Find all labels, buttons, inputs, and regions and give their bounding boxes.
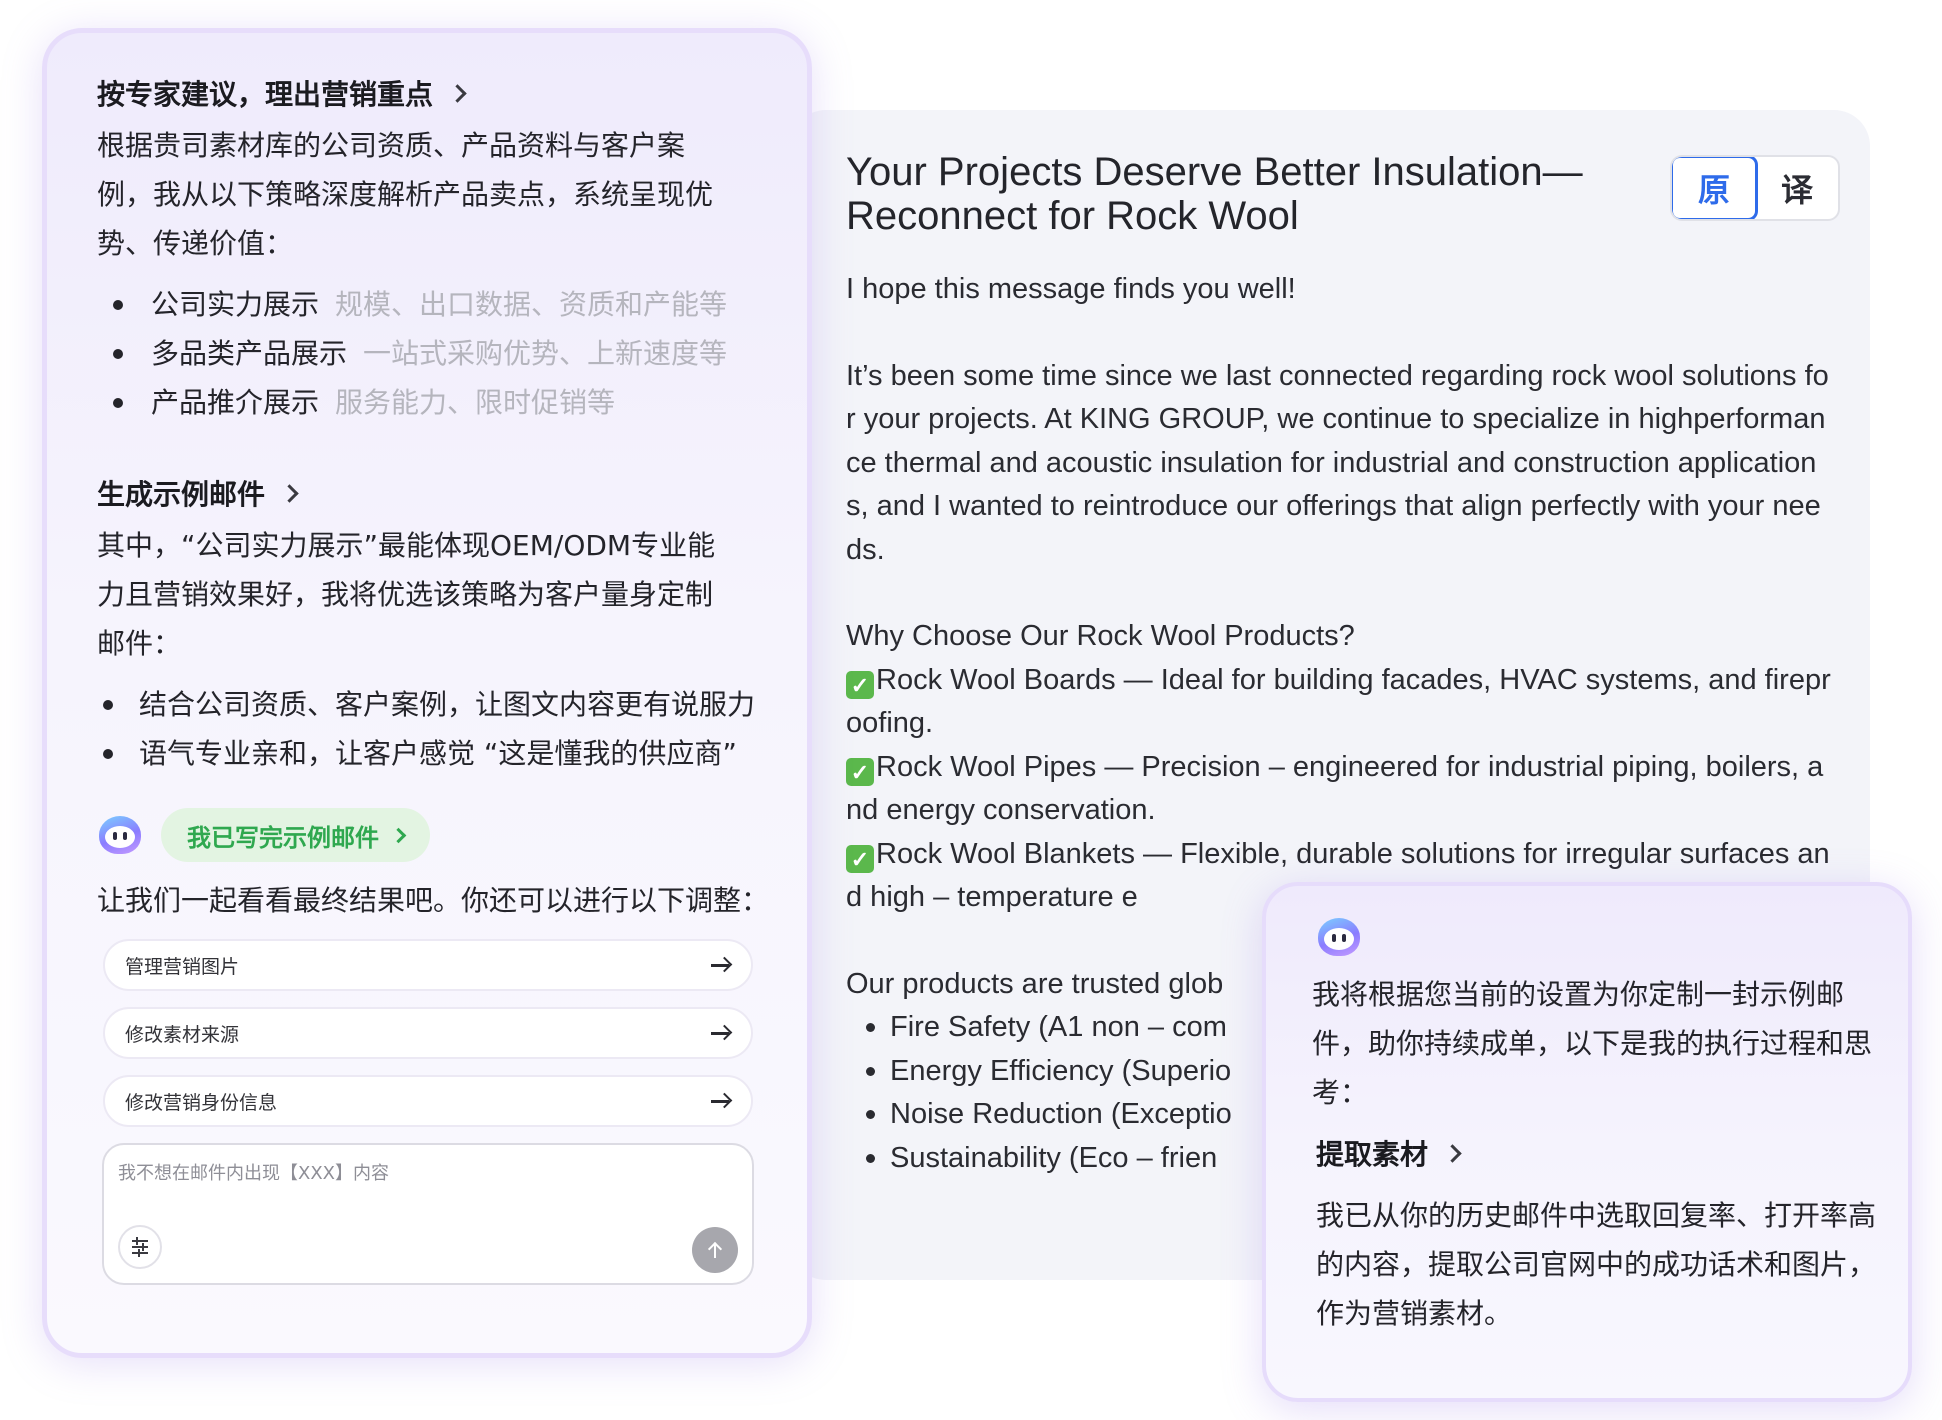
chevron-right-icon <box>280 483 299 503</box>
adjust-text: 让我们一起看看最终结果吧。你还可以进行以下调整： <box>97 884 770 917</box>
list-item: 语气专业亲和，让客户感觉 “这是懂我的供应商” <box>97 729 765 778</box>
chevron-right-icon <box>1443 1143 1462 1163</box>
email-greeting: I hope this message finds you well! <box>846 273 1296 305</box>
email-feature: ✓ Rock Wool Pipes — Precision – engineere… <box>846 750 1824 826</box>
arrow-right-icon <box>711 1025 731 1041</box>
send-button[interactable] <box>692 1227 738 1273</box>
check-icon: ✓ <box>846 845 874 874</box>
email-done-pill[interactable]: 我已写完示例邮件 <box>161 808 430 862</box>
list-item: 产品推介展示 服务能力、限时促销等 <box>97 378 765 427</box>
language-toggle[interactable]: 原 译 <box>1670 155 1840 221</box>
original-language-button[interactable]: 原 <box>1672 157 1758 219</box>
assistant-avatar-icon <box>97 812 143 858</box>
assistant-avatar-icon <box>1316 914 1362 960</box>
list-item: 结合公司资质、客户案例，让图文内容更有说服力 <box>97 680 765 729</box>
list-item: 公司实力展示 规模、出口数据、资质和产能等 <box>97 280 765 329</box>
list-item: 多品类产品展示 一站式采购优势、上新速度等 <box>97 329 765 378</box>
extract-material-body: 我已从你的历史邮件中选取回复率、打开率高的内容，提取公司官网中的成功话术和图片，… <box>1316 1199 1877 1330</box>
settings-sliders-icon[interactable] <box>118 1225 162 1269</box>
assistant-process-card: 我将根据您当前的设置为你定制一封示例邮件，助你持续成单，以下是我的执行过程和思考… <box>1262 882 1912 1402</box>
strategy-intro: 根据贵司素材库的公司资质、产品资料与客户案例，我从以下策略深度解析产品卖点，系统… <box>97 129 714 260</box>
manage-images-button[interactable]: 管理营销图片 <box>103 939 753 991</box>
chevron-right-icon <box>448 83 467 103</box>
email-why-heading: Why Choose Our Rock Wool Products? <box>846 620 1355 652</box>
arrow-right-icon <box>711 1093 731 1109</box>
strategy-list: 公司实力展示 规模、出口数据、资质和产能等 多品类产品展示 一站式采购优势、上新速度… <box>97 280 765 427</box>
email-feature: ✓ Rock Wool Boards — Ideal for building f… <box>846 663 1831 739</box>
extract-material-heading[interactable]: 提取素材 <box>1316 1133 1868 1173</box>
arrow-up-icon <box>708 1242 722 1258</box>
assistant-message: 我将根据您当前的设置为你定制一封示例邮件，助你持续成单，以下是我的执行过程和思考… <box>1312 978 1873 1109</box>
chat-panel: 按专家建议，理出营销重点 根据贵司素材库的公司资质、产品资料与客户案例，我从以下… <box>42 28 812 1358</box>
sample-email-points: 结合公司资质、客户案例，让图文内容更有说服力 语气专业亲和，让客户感觉 “这是懂… <box>97 680 765 778</box>
email-subject: Your Projects Deserve Better Insulation—… <box>846 150 1583 238</box>
action-list: 管理营销图片 修改素材来源 修改营销身份信息 <box>97 939 765 1127</box>
email-intro: It’s been some time since we last connec… <box>846 359 1829 566</box>
edit-source-button[interactable]: 修改素材来源 <box>103 1007 753 1059</box>
sample-email-heading[interactable]: 生成示例邮件 <box>97 473 765 513</box>
message-input-box <box>102 1143 754 1285</box>
translate-button[interactable]: 译 <box>1756 157 1838 219</box>
edit-identity-button[interactable]: 修改营销身份信息 <box>103 1075 753 1127</box>
sample-email-intro: 其中，“公司实力展示”最能体现OEM/ODM专业能力且营销效果好，我将优选该策略… <box>97 529 716 660</box>
strategy-heading[interactable]: 按专家建议，理出营销重点 <box>97 73 765 113</box>
check-icon: ✓ <box>846 671 874 700</box>
arrow-right-icon <box>711 957 731 973</box>
chevron-right-icon <box>390 827 407 843</box>
message-input[interactable] <box>118 1159 738 1219</box>
check-icon: ✓ <box>846 758 874 787</box>
ai-status-row: 我已写完示例邮件 <box>97 808 765 862</box>
